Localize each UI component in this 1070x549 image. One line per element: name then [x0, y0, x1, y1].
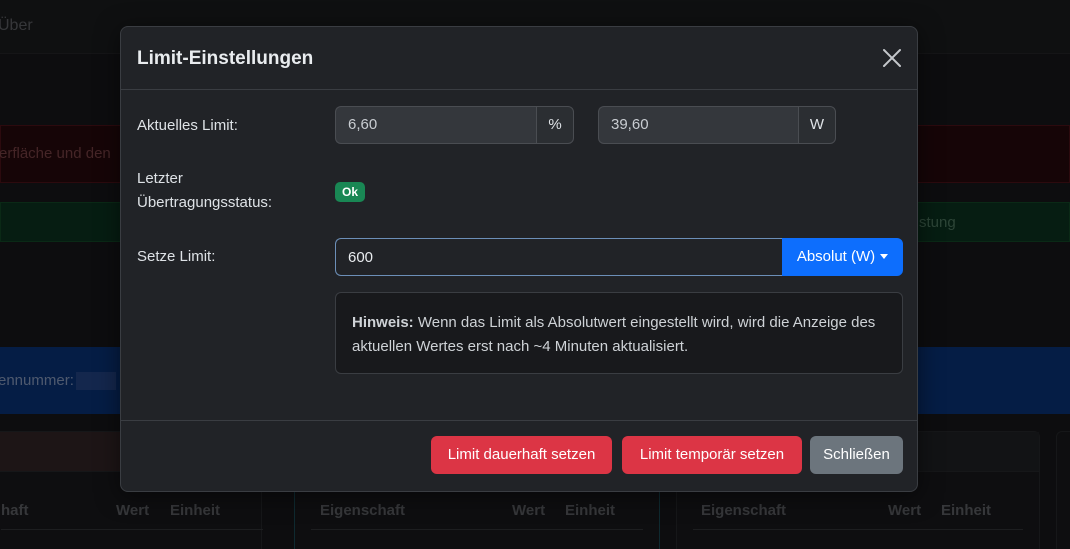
current-limit-percent-group: 6,60 %	[335, 106, 574, 144]
last-status-label: Letzter Übertragungsstatus:	[137, 170, 273, 211]
modal-footer: Limit dauerhaft setzen Limit temporär se…	[121, 420, 917, 491]
modal-header: Limit-Einstellungen	[121, 27, 917, 90]
hint-box: Hinweis: Wenn das Limit als Absolutwert …	[335, 292, 903, 374]
current-limit-watt-input[interactable]: 39,60	[598, 106, 798, 144]
limit-settings-modal: Limit-Einstellungen Aktuelles Limit: 6,6…	[120, 26, 918, 492]
set-permanent-button[interactable]: Limit dauerhaft setzen	[431, 436, 612, 474]
limit-type-dropdown[interactable]: Absolut (W)	[782, 238, 903, 276]
caret-down-icon	[880, 253, 889, 259]
watt-unit: W	[798, 106, 836, 144]
set-limit-input[interactable]	[335, 238, 783, 276]
current-limit-label: Aktuelles Limit:	[137, 117, 238, 134]
current-limit-watt-group: 39,60 W	[598, 106, 836, 144]
hint-text: Wenn das Limit als Absolutwert eingestel…	[352, 314, 876, 355]
modal-title: Limit-Einstellungen	[137, 48, 314, 69]
close-icon[interactable]	[881, 47, 903, 69]
set-limit-label: Setze Limit:	[137, 248, 216, 265]
percent-unit: %	[536, 106, 574, 144]
set-temporary-button[interactable]: Limit temporär setzen	[622, 436, 802, 474]
status-badge: Ok	[335, 182, 366, 202]
hint-title: Hinweis:	[352, 314, 414, 331]
current-limit-percent-input[interactable]: 6,60	[335, 106, 536, 144]
close-button[interactable]: Schließen	[810, 436, 903, 474]
